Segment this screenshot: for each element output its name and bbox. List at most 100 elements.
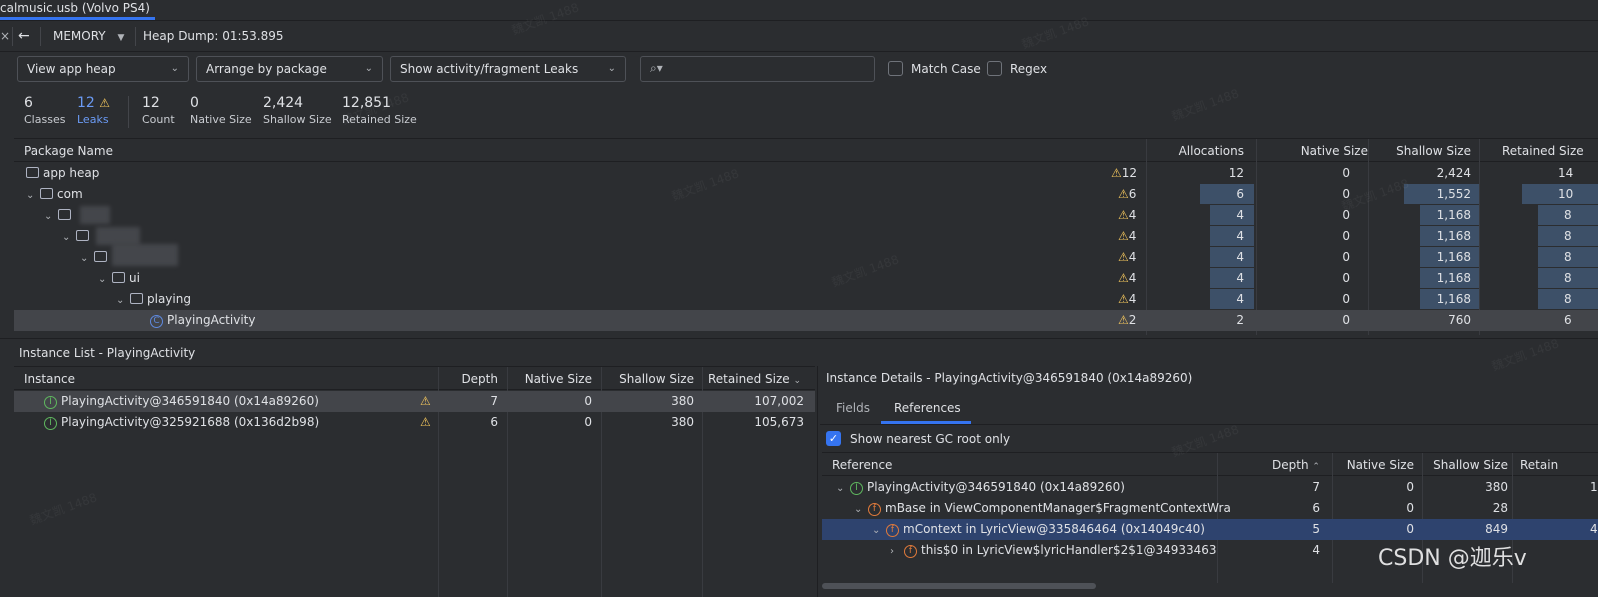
tree-row-redacted-3[interactable]: ⌄ ⚠4 4 0 1,168 8 bbox=[14, 247, 1598, 268]
profiler-selector[interactable]: MEMORY ▼ bbox=[53, 21, 124, 52]
tree-row-ui[interactable]: ⌄ ui ⚠4 4 0 1,168 8 bbox=[14, 268, 1598, 289]
chevron-down-icon[interactable]: ⌄ bbox=[854, 499, 868, 520]
heap-dump-time: Heap Dump: 01:53.895 bbox=[143, 29, 284, 43]
chevron-down-icon[interactable]: ⌄ bbox=[26, 185, 40, 206]
package-icon bbox=[76, 230, 89, 241]
retained-size-value: 10 bbox=[1558, 187, 1574, 201]
col-package-name[interactable]: Package Name bbox=[24, 139, 113, 163]
row-label: playing bbox=[147, 292, 191, 306]
tree-row-playing-activity[interactable]: C PlayingActivity ⚠2 2 0 760 6 bbox=[14, 310, 1598, 331]
arrow-left-icon[interactable]: ← bbox=[18, 21, 34, 52]
stat-native-size: 0 Native Size bbox=[190, 94, 252, 128]
warning-icon: ⚠ bbox=[1118, 208, 1129, 222]
horizontal-scrollbar[interactable] bbox=[822, 583, 1096, 589]
col-shallow-size[interactable]: Shallow Size bbox=[1422, 453, 1508, 477]
allocations-value: 6 bbox=[1236, 187, 1244, 201]
col-native-size[interactable]: Native Size bbox=[1332, 453, 1414, 477]
retained-size-value: 4 bbox=[1590, 522, 1598, 536]
pane-splitter[interactable] bbox=[0, 338, 1598, 339]
warning-icon: ⚠ bbox=[420, 415, 431, 429]
match-case-checkbox[interactable] bbox=[888, 61, 903, 76]
col-instance[interactable]: Instance bbox=[24, 367, 75, 391]
tab-references[interactable]: References bbox=[894, 400, 961, 416]
instance-list-header: Instance Depth Native Size Shallow Size … bbox=[14, 366, 815, 390]
depth-value: 7 bbox=[1312, 480, 1320, 494]
tab-fields[interactable]: Fields bbox=[836, 400, 870, 416]
watermark: 魏文凯 1488 bbox=[1169, 86, 1241, 124]
col-depth[interactable]: Depth ⌃ bbox=[1272, 453, 1320, 479]
instance-row[interactable]: I PlayingActivity@325921688 (0x136d2b98) … bbox=[14, 412, 815, 433]
redacted-area bbox=[112, 244, 178, 266]
col-shallow-size[interactable]: Shallow Size bbox=[604, 367, 694, 391]
class-icon: C bbox=[150, 315, 163, 328]
close-icon[interactable]: × bbox=[0, 21, 12, 52]
shallow-size-value: 849 bbox=[1485, 522, 1508, 536]
reference-row[interactable]: ⌄ I PlayingActivity@346591840 (0x14a89260)… bbox=[822, 477, 1598, 498]
chevron-down-icon[interactable]: ⌄ bbox=[80, 248, 94, 269]
chevron-down-icon[interactable]: ⌄ bbox=[44, 206, 58, 227]
warning-icon: ⚠ bbox=[99, 96, 111, 110]
leak-count: 12 bbox=[1121, 166, 1138, 180]
col-retained-size[interactable]: Retained Size bbox=[1502, 139, 1584, 163]
col-depth[interactable]: Depth bbox=[444, 367, 498, 391]
row-label: app heap bbox=[43, 166, 100, 180]
stat-label: Native Size bbox=[190, 113, 252, 126]
class-table-header: Package Name Allocations Native Size Sha… bbox=[14, 138, 1598, 162]
retained-size-value: 8 bbox=[1564, 229, 1572, 243]
col-native-size[interactable]: Native Size bbox=[514, 367, 592, 391]
shallow-size-value: 28 bbox=[1492, 501, 1508, 515]
col-shallow-size[interactable]: Shallow Size bbox=[1379, 139, 1471, 163]
col-native-size[interactable]: Native Size bbox=[1256, 139, 1368, 163]
tree-row-app-heap[interactable]: app heap ⚠12 12 0 2,424 14 bbox=[14, 163, 1598, 184]
instance-row[interactable]: I PlayingActivity@346591840 (0x14a89260) … bbox=[14, 391, 815, 412]
allocations-value: 4 bbox=[1236, 208, 1244, 222]
native-size-value: 0 bbox=[584, 415, 592, 429]
col-label: Retained Size bbox=[708, 372, 790, 386]
retained-size-value: 14 bbox=[1558, 166, 1574, 180]
retained-size-value: 8 bbox=[1564, 250, 1572, 264]
editor-tab-bar: calmusic.usb (Volvo PS4) bbox=[0, 0, 1598, 21]
stat-label: Count bbox=[142, 113, 175, 126]
shallow-size-value: 760 bbox=[1448, 313, 1471, 327]
search-input[interactable]: ⌕▾ bbox=[640, 56, 875, 82]
reference-row[interactable]: ⌄ f mBase in ViewComponentManager$Fragment… bbox=[822, 498, 1598, 519]
chevron-right-icon[interactable]: › bbox=[890, 541, 904, 562]
chevron-down-icon[interactable]: ⌄ bbox=[62, 227, 76, 248]
shallow-size-value: 1,168 bbox=[1436, 229, 1471, 243]
tree-row-redacted-2[interactable]: ⌄ ⚠4 4 0 1,168 8 bbox=[14, 226, 1598, 247]
chevron-down-icon[interactable]: ⌄ bbox=[116, 290, 130, 311]
col-allocations[interactable]: Allocations bbox=[1148, 139, 1244, 163]
warning-icon: ⚠ bbox=[1118, 250, 1129, 264]
col-retained-size[interactable]: Retain bbox=[1520, 453, 1558, 477]
retained-size-value: 8 bbox=[1564, 271, 1572, 285]
vertical-splitter[interactable] bbox=[817, 366, 818, 597]
stat-leaks[interactable]: 12 ⚠ Leaks bbox=[77, 94, 110, 128]
regex-checkbox[interactable] bbox=[987, 61, 1002, 76]
gc-root-checkbox[interactable]: ✓ bbox=[826, 431, 841, 446]
leak-count: 4 bbox=[1128, 250, 1137, 264]
stat-value: 0 bbox=[190, 95, 199, 111]
shallow-size-value: 1,168 bbox=[1436, 292, 1471, 306]
native-size-value: 0 bbox=[1342, 187, 1350, 201]
reference-row-selected[interactable]: ⌄ f mContext in LyricView@335846464 (0x140… bbox=[822, 519, 1598, 540]
retained-size-value: 8 bbox=[1564, 208, 1572, 222]
arrange-select[interactable]: Arrange by package ⌄ bbox=[196, 56, 383, 82]
col-retained-size[interactable]: Retained Size ⌄ bbox=[708, 367, 801, 393]
leak-count: 4 bbox=[1128, 208, 1137, 222]
native-size-value: 0 bbox=[1342, 250, 1350, 264]
shallow-size-value: 380 bbox=[671, 394, 694, 408]
package-icon bbox=[112, 272, 125, 283]
shallow-size-value: 1,168 bbox=[1436, 271, 1471, 285]
depth-value: 5 bbox=[1312, 522, 1320, 536]
leak-filter-select[interactable]: Show activity/fragment Leaks ⌄ bbox=[390, 56, 626, 82]
tree-row-playing[interactable]: ⌄ playing ⚠4 4 0 1,168 8 bbox=[14, 289, 1598, 310]
native-size-value: 0 bbox=[1342, 292, 1350, 306]
reference-name: this$0 in LyricView$lyricHandler$2$1@349… bbox=[921, 543, 1217, 557]
shallow-size-value: 1,168 bbox=[1436, 208, 1471, 222]
chevron-down-icon[interactable]: ⌄ bbox=[872, 520, 886, 541]
chevron-down-icon[interactable]: ⌄ bbox=[98, 269, 112, 290]
heap-select[interactable]: View app heap ⌄ bbox=[17, 56, 189, 82]
chevron-down-icon[interactable]: ⌄ bbox=[836, 478, 850, 499]
references-header: Reference Depth ⌃ Native Size Shallow Si… bbox=[822, 452, 1598, 476]
col-reference[interactable]: Reference bbox=[832, 453, 892, 477]
